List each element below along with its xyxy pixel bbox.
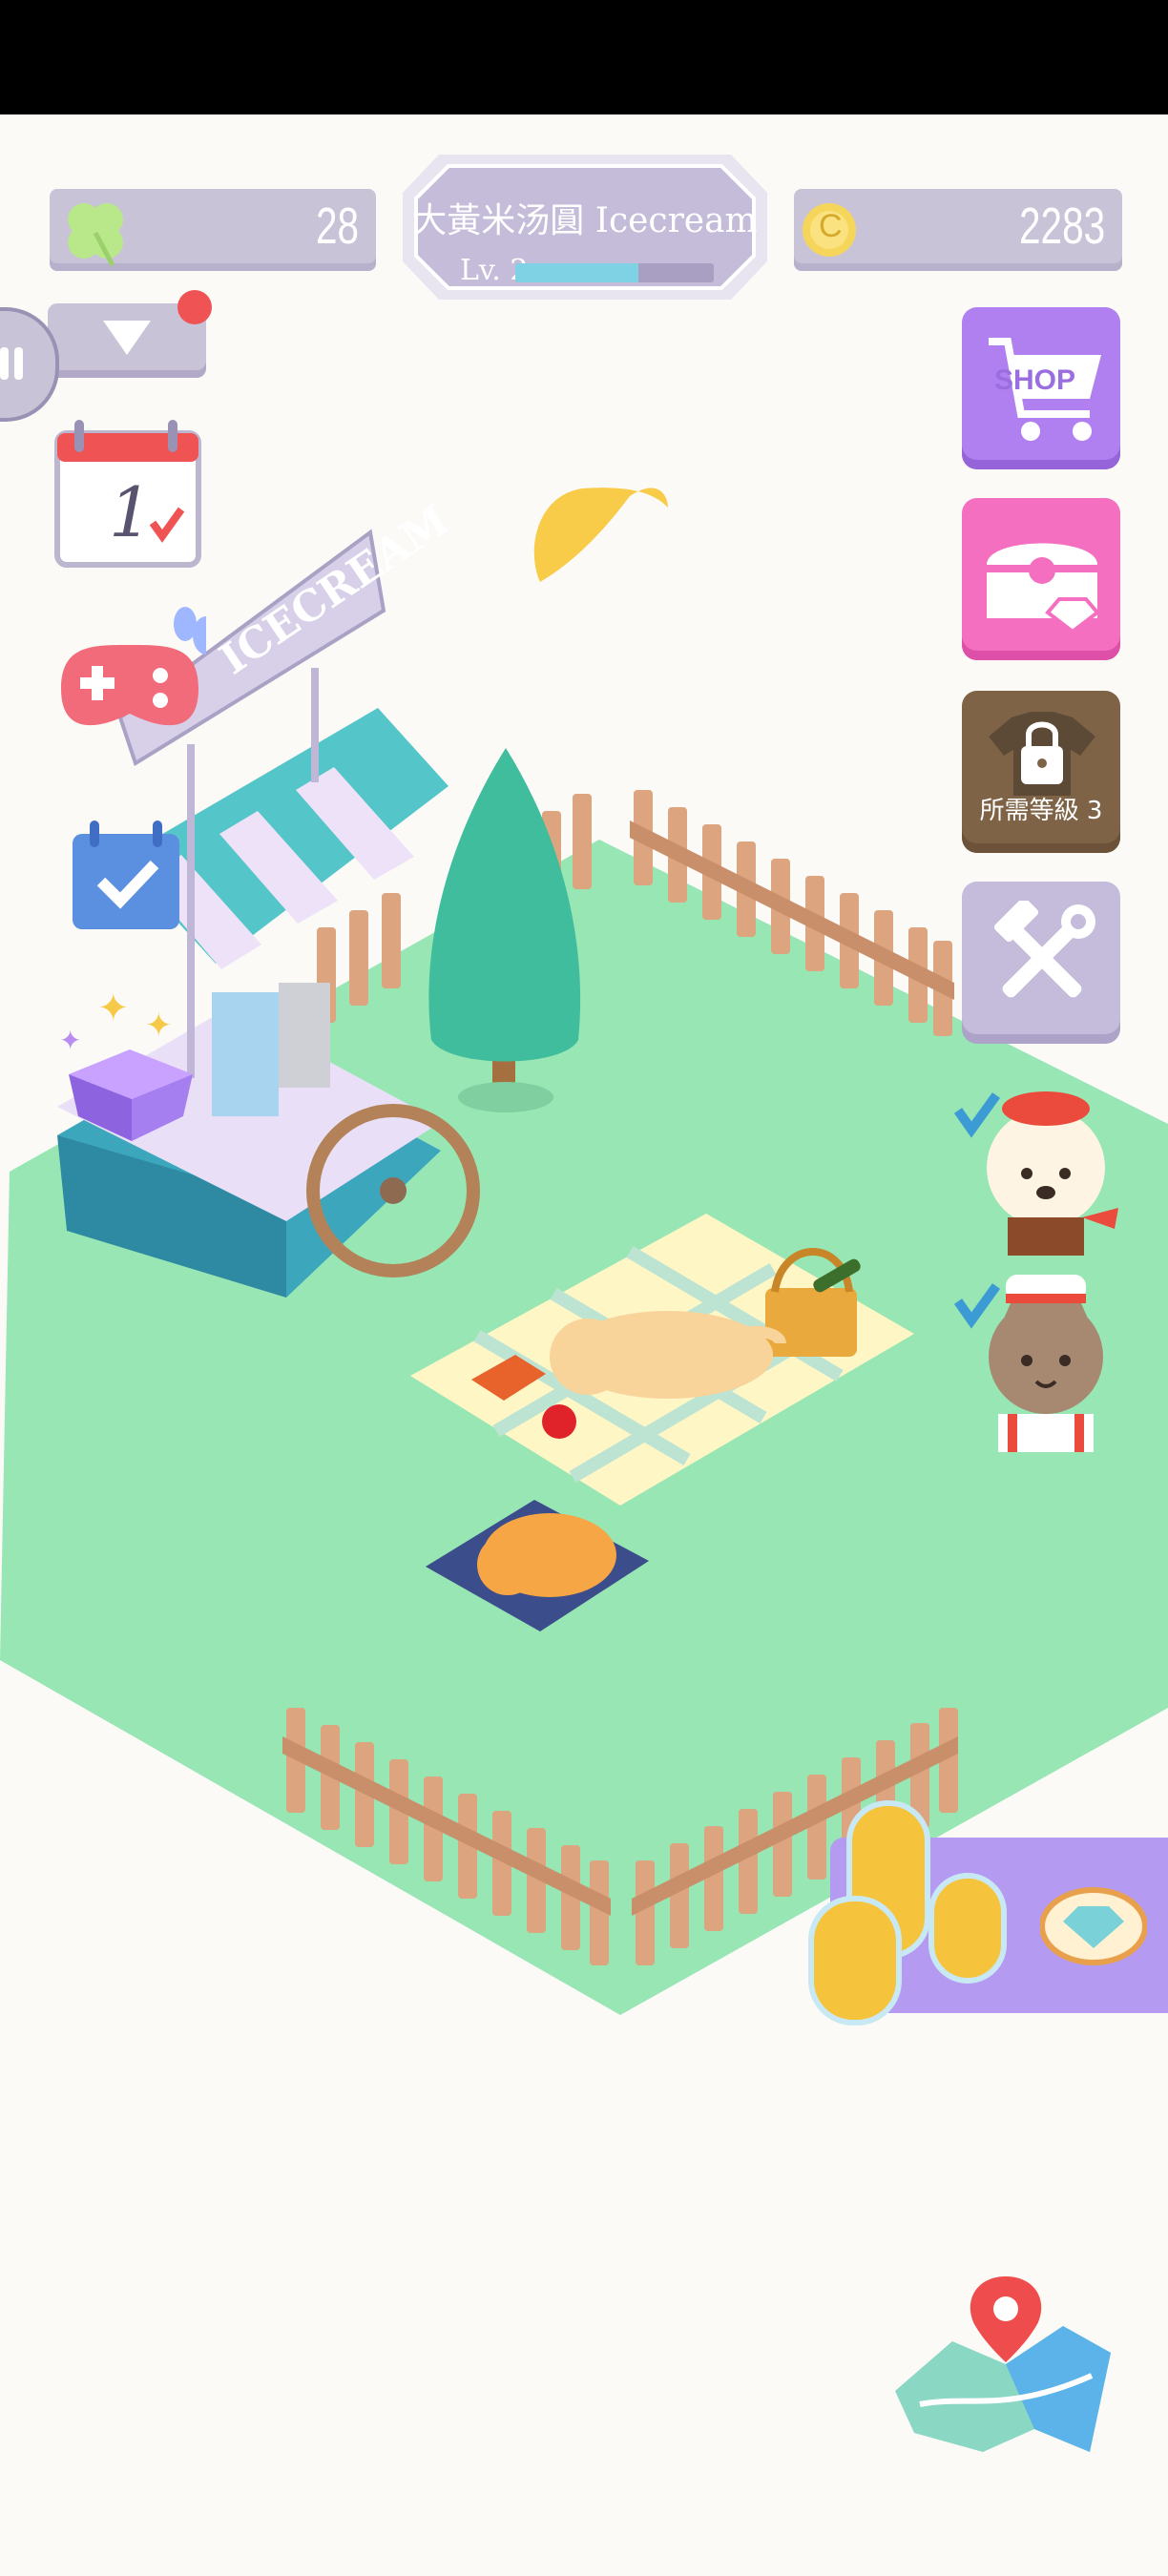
coin-count: 2283 [1018, 197, 1105, 255]
treasure-chest-button[interactable] [962, 498, 1120, 660]
shop-label: SHOP [994, 364, 1076, 396]
dog-chef-avatar [953, 1091, 1118, 1256]
calendar-day: 1 [109, 472, 153, 552]
cart-sign-text: ICECREAM [212, 496, 458, 684]
treasure-chest-icon [987, 543, 1100, 632]
level-progress-bar [515, 263, 714, 282]
coin-counter: C 2283 [794, 189, 1122, 271]
visitor-cat[interactable] [950, 1261, 1120, 1452]
shop-title-plate[interactable]: 大黃米汤圓 Icecream Lv. 2 [401, 151, 769, 303]
clover-counter: 28 [50, 189, 376, 271]
cat-chef-avatar [953, 1275, 1103, 1452]
calendar-icon[interactable]: 1 [53, 420, 202, 572]
map-icon[interactable] [891, 2271, 1115, 2462]
tools-button[interactable] [962, 882, 1120, 1044]
gamepad-icon[interactable] [53, 607, 206, 740]
gift-box-icon[interactable]: ✦ ✦ ✦ [59, 983, 202, 1145]
coin-stack-icon[interactable] [802, 1784, 1021, 2032]
clover-icon [68, 203, 123, 267]
level-progress-fill [515, 263, 638, 282]
apple [542, 1404, 576, 1439]
hammer-wrench-icon [993, 901, 1095, 998]
locked-level-label: 所需等級 3 [979, 797, 1103, 825]
svg-text:✦: ✦ [59, 1026, 81, 1055]
chevron-down-icon [103, 321, 151, 355]
locked-feature-button[interactable]: 所需等級 3 [962, 691, 1120, 853]
banana-peel [533, 488, 668, 582]
diamond-icon[interactable] [1040, 1887, 1147, 1965]
svg-text:✦: ✦ [145, 1008, 173, 1044]
shop-name: 大黃米汤圓 Icecream [412, 201, 758, 240]
visitor-dog[interactable] [950, 1074, 1120, 1256]
clover-count: 28 [315, 197, 359, 255]
pause-icon [0, 347, 23, 380]
coin-symbol: C [819, 208, 843, 244]
locked-shirt-icon [989, 712, 1095, 796]
notification-dot [177, 290, 212, 324]
daily-task-icon[interactable] [69, 821, 183, 935]
svg-text:✦: ✦ [97, 987, 130, 1029]
shop-button[interactable]: SHOP [962, 307, 1120, 469]
